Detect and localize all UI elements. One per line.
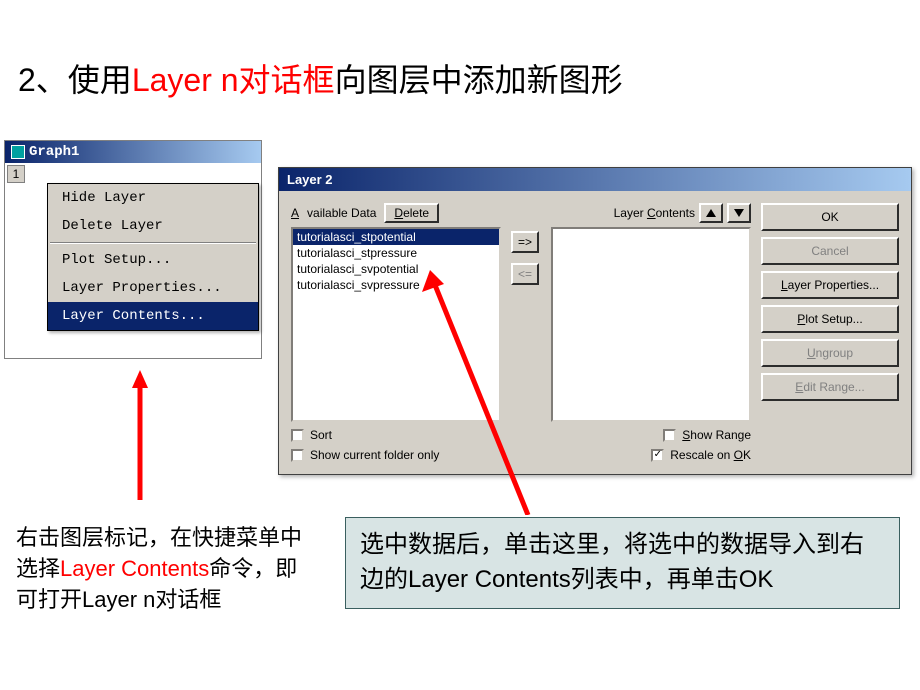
graph-title-text: Graph1 <box>29 144 79 160</box>
available-data-label: Available Data Delete <box>291 203 501 223</box>
rescale-checkbox-row[interactable]: ✓ Rescale on OK <box>551 448 751 462</box>
checkbox-icon[interactable]: ✓ <box>651 449 664 462</box>
cancel-button[interactable]: Cancel <box>761 237 899 265</box>
edit-range-button[interactable]: Edit Range... <box>761 373 899 401</box>
layer-indicator[interactable]: 1 <box>7 165 25 183</box>
layer-contents-label: Layer Contents <box>551 203 751 223</box>
list-item[interactable]: tutorialasci_stpotential <box>293 229 499 245</box>
checkbox-icon[interactable] <box>663 429 676 442</box>
layer-dialog: Layer 2 Available Data Delete tutorialas… <box>278 167 912 475</box>
arrow-annotation-1 <box>132 370 148 500</box>
graph-titlebar: Graph1 <box>5 141 261 163</box>
move-right-button[interactable]: => <box>511 231 539 253</box>
arrow-annotation-2 <box>420 270 540 515</box>
list-item[interactable]: tutorialasci_stpressure <box>293 245 499 261</box>
layer-contents-listbox[interactable] <box>551 227 751 422</box>
arrow-down-icon <box>734 209 744 217</box>
ok-button[interactable]: OK <box>761 203 899 231</box>
slide-title: 2、使用Layer n对话框向图层中添加新图形 <box>18 55 623 101</box>
graph-body: 1 Hide Layer Delete Layer Plot Setup... … <box>5 163 261 358</box>
graph-icon <box>11 145 25 159</box>
graph-window: Graph1 1 Hide Layer Delete Layer Plot Se… <box>4 140 262 359</box>
menu-plot-setup[interactable]: Plot Setup... <box>48 246 258 274</box>
menu-delete-layer[interactable]: Delete Layer <box>48 212 258 240</box>
move-down-button[interactable] <box>727 203 751 223</box>
menu-hide-layer[interactable]: Hide Layer <box>48 184 258 212</box>
arrow-up-icon <box>706 209 716 217</box>
plot-setup-button[interactable]: Plot Setup... <box>761 305 899 333</box>
context-menu: Hide Layer Delete Layer Plot Setup... La… <box>47 183 259 331</box>
delete-button[interactable]: Delete <box>384 203 439 223</box>
menu-separator <box>50 242 256 244</box>
show-range-checkbox-row[interactable]: Show Range <box>551 428 751 442</box>
annotation-right: 选中数据后，单击这里，将选中的数据导入到右边的Layer Contents列表中… <box>345 517 900 609</box>
layer-properties-button[interactable]: Layer Properties... <box>761 271 899 299</box>
dialog-titlebar: Layer 2 <box>279 168 911 191</box>
checkbox-icon[interactable] <box>291 429 304 442</box>
annotation-left: 右击图层标记，在快捷菜单中选择Layer Contents命令，即可打开Laye… <box>16 523 316 615</box>
menu-layer-properties[interactable]: Layer Properties... <box>48 274 258 302</box>
menu-layer-contents[interactable]: Layer Contents... <box>48 302 258 330</box>
ungroup-button[interactable]: Ungroup <box>761 339 899 367</box>
move-up-button[interactable] <box>699 203 723 223</box>
checkbox-icon[interactable] <box>291 449 304 462</box>
